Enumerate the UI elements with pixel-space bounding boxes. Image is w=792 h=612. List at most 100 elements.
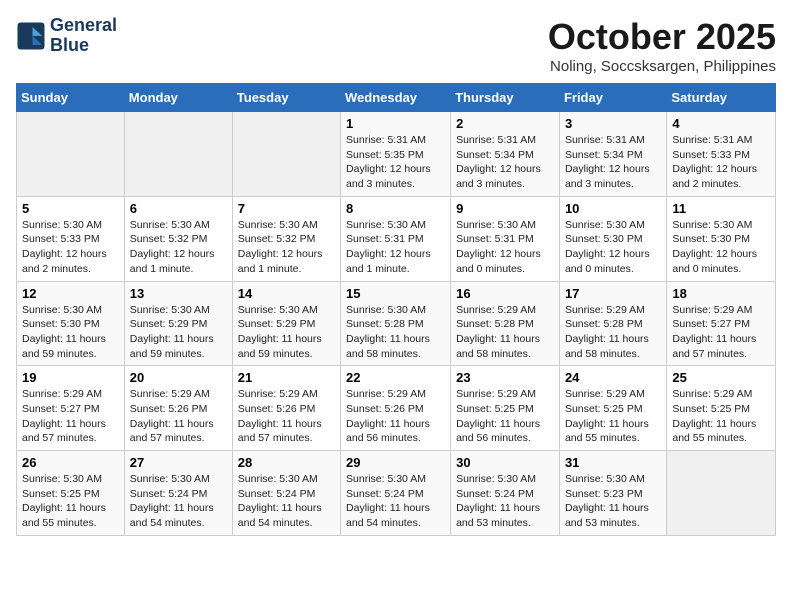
calendar-cell: 22Sunrise: 5:29 AM Sunset: 5:26 PM Dayli… <box>341 366 451 451</box>
day-info: Sunrise: 5:31 AM Sunset: 5:35 PM Dayligh… <box>346 133 445 192</box>
header-row: SundayMondayTuesdayWednesdayThursdayFrid… <box>17 84 776 112</box>
day-info: Sunrise: 5:31 AM Sunset: 5:34 PM Dayligh… <box>565 133 661 192</box>
day-number: 12 <box>22 286 119 301</box>
calendar-cell: 17 Sunrise: 5:29 AM Sunset: 5:28 PM Dayli… <box>559 281 666 366</box>
calendar-week: 26 Sunrise: 5:30 AM Sunset: 5:25 PM Dayli… <box>17 451 776 536</box>
day-info: Sunrise: 5:30 AM Sunset: 5:30 PM Dayligh… <box>565 218 661 277</box>
calendar-cell: 26 Sunrise: 5:30 AM Sunset: 5:25 PM Dayli… <box>17 451 125 536</box>
day-info: Sunrise: 5:30 AM Sunset: 5:31 PM Dayligh… <box>346 218 445 277</box>
day-info: Sunrise: 5:31 AM Sunset: 5:34 PM Dayligh… <box>456 133 554 192</box>
calendar-cell: 4 Sunrise: 5:31 AM Sunset: 5:33 PM Daylig… <box>667 112 776 197</box>
day-number: 9 <box>456 201 554 216</box>
day-info: Sunrise: 5:31 AM Sunset: 5:33 PM Dayligh… <box>672 133 770 192</box>
day-number: 21 <box>238 370 335 385</box>
day-number: 18 <box>672 286 770 301</box>
day-number: 27 <box>130 455 227 470</box>
calendar-week: 1Sunrise: 5:31 AM Sunset: 5:35 PM Daylig… <box>17 112 776 197</box>
calendar-cell: 3 Sunrise: 5:31 AM Sunset: 5:34 PM Daylig… <box>559 112 666 197</box>
calendar-cell: 6Sunrise: 5:30 AM Sunset: 5:32 PM Daylig… <box>124 196 232 281</box>
day-info: Sunrise: 5:29 AM Sunset: 5:25 PM Dayligh… <box>456 387 554 446</box>
calendar-week: 19Sunrise: 5:29 AM Sunset: 5:27 PM Dayli… <box>17 366 776 451</box>
calendar-cell: 19Sunrise: 5:29 AM Sunset: 5:27 PM Dayli… <box>17 366 125 451</box>
day-number: 5 <box>22 201 119 216</box>
day-info: Sunrise: 5:30 AM Sunset: 5:24 PM Dayligh… <box>346 472 445 531</box>
day-number: 17 <box>565 286 661 301</box>
day-info: Sunrise: 5:29 AM Sunset: 5:27 PM Dayligh… <box>22 387 119 446</box>
day-info: Sunrise: 5:29 AM Sunset: 5:26 PM Dayligh… <box>130 387 227 446</box>
day-number: 8 <box>346 201 445 216</box>
header-day: Monday <box>124 84 232 112</box>
calendar-cell: 5Sunrise: 5:30 AM Sunset: 5:33 PM Daylig… <box>17 196 125 281</box>
month-title: October 2025 <box>548 16 776 58</box>
calendar-cell: 13 Sunrise: 5:30 AM Sunset: 5:29 PM Dayli… <box>124 281 232 366</box>
logo: General Blue <box>16 16 117 56</box>
day-number: 28 <box>238 455 335 470</box>
logo-text: General Blue <box>50 16 117 56</box>
calendar-cell: 12 Sunrise: 5:30 AM Sunset: 5:30 PM Dayli… <box>17 281 125 366</box>
day-number: 30 <box>456 455 554 470</box>
calendar-cell: 10 Sunrise: 5:30 AM Sunset: 5:30 PM Dayli… <box>559 196 666 281</box>
header-day: Sunday <box>17 84 125 112</box>
page-header: General Blue October 2025 Noling, Soccsk… <box>16 16 776 75</box>
calendar-cell: 14 Sunrise: 5:30 AM Sunset: 5:29 PM Dayli… <box>232 281 340 366</box>
calendar-cell: 21 Sunrise: 5:29 AM Sunset: 5:26 PM Dayli… <box>232 366 340 451</box>
calendar-cell: 27 Sunrise: 5:30 AM Sunset: 5:24 PM Dayli… <box>124 451 232 536</box>
calendar-cell: 23 Sunrise: 5:29 AM Sunset: 5:25 PM Dayli… <box>451 366 560 451</box>
day-info: Sunrise: 5:30 AM Sunset: 5:28 PM Dayligh… <box>346 303 445 362</box>
calendar-cell: 28 Sunrise: 5:30 AM Sunset: 5:24 PM Dayli… <box>232 451 340 536</box>
day-info: Sunrise: 5:29 AM Sunset: 5:25 PM Dayligh… <box>565 387 661 446</box>
calendar-cell: 11 Sunrise: 5:30 AM Sunset: 5:30 PM Dayli… <box>667 196 776 281</box>
calendar-cell <box>232 112 340 197</box>
calendar-header: SundayMondayTuesdayWednesdayThursdayFrid… <box>17 84 776 112</box>
day-number: 23 <box>456 370 554 385</box>
day-info: Sunrise: 5:30 AM Sunset: 5:29 PM Dayligh… <box>130 303 227 362</box>
day-info: Sunrise: 5:29 AM Sunset: 5:26 PM Dayligh… <box>346 387 445 446</box>
day-number: 24 <box>565 370 661 385</box>
day-number: 13 <box>130 286 227 301</box>
day-number: 25 <box>672 370 770 385</box>
title-block: October 2025 Noling, Soccsksargen, Phili… <box>548 16 776 75</box>
day-info: Sunrise: 5:29 AM Sunset: 5:25 PM Dayligh… <box>672 387 770 446</box>
day-number: 26 <box>22 455 119 470</box>
day-info: Sunrise: 5:29 AM Sunset: 5:28 PM Dayligh… <box>456 303 554 362</box>
day-info: Sunrise: 5:30 AM Sunset: 5:32 PM Dayligh… <box>238 218 335 277</box>
calendar-cell: 16Sunrise: 5:29 AM Sunset: 5:28 PM Dayli… <box>451 281 560 366</box>
calendar-cell: 20 Sunrise: 5:29 AM Sunset: 5:26 PM Dayli… <box>124 366 232 451</box>
calendar-body: 1Sunrise: 5:31 AM Sunset: 5:35 PM Daylig… <box>17 112 776 536</box>
calendar-table: SundayMondayTuesdayWednesdayThursdayFrid… <box>16 83 776 536</box>
day-info: Sunrise: 5:30 AM Sunset: 5:24 PM Dayligh… <box>238 472 335 531</box>
calendar-cell: 2 Sunrise: 5:31 AM Sunset: 5:34 PM Daylig… <box>451 112 560 197</box>
day-number: 3 <box>565 116 661 131</box>
calendar-cell <box>667 451 776 536</box>
day-info: Sunrise: 5:29 AM Sunset: 5:28 PM Dayligh… <box>565 303 661 362</box>
day-info: Sunrise: 5:30 AM Sunset: 5:31 PM Dayligh… <box>456 218 554 277</box>
calendar-cell: 24 Sunrise: 5:29 AM Sunset: 5:25 PM Dayli… <box>559 366 666 451</box>
day-info: Sunrise: 5:29 AM Sunset: 5:27 PM Dayligh… <box>672 303 770 362</box>
calendar-cell: 1Sunrise: 5:31 AM Sunset: 5:35 PM Daylig… <box>341 112 451 197</box>
day-info: Sunrise: 5:30 AM Sunset: 5:24 PM Dayligh… <box>130 472 227 531</box>
day-info: Sunrise: 5:30 AM Sunset: 5:29 PM Dayligh… <box>238 303 335 362</box>
day-number: 4 <box>672 116 770 131</box>
day-number: 10 <box>565 201 661 216</box>
header-day: Friday <box>559 84 666 112</box>
header-day: Thursday <box>451 84 560 112</box>
day-number: 6 <box>130 201 227 216</box>
header-day: Saturday <box>667 84 776 112</box>
day-number: 20 <box>130 370 227 385</box>
day-number: 29 <box>346 455 445 470</box>
day-number: 14 <box>238 286 335 301</box>
calendar-week: 12 Sunrise: 5:30 AM Sunset: 5:30 PM Dayli… <box>17 281 776 366</box>
day-info: Sunrise: 5:29 AM Sunset: 5:26 PM Dayligh… <box>238 387 335 446</box>
calendar-cell: 7Sunrise: 5:30 AM Sunset: 5:32 PM Daylig… <box>232 196 340 281</box>
day-info: Sunrise: 5:30 AM Sunset: 5:23 PM Dayligh… <box>565 472 661 531</box>
calendar-cell: 18 Sunrise: 5:29 AM Sunset: 5:27 PM Dayli… <box>667 281 776 366</box>
calendar-cell <box>124 112 232 197</box>
header-day: Wednesday <box>341 84 451 112</box>
day-info: Sunrise: 5:30 AM Sunset: 5:25 PM Dayligh… <box>22 472 119 531</box>
day-number: 2 <box>456 116 554 131</box>
day-info: Sunrise: 5:30 AM Sunset: 5:30 PM Dayligh… <box>672 218 770 277</box>
day-number: 11 <box>672 201 770 216</box>
day-info: Sunrise: 5:30 AM Sunset: 5:30 PM Dayligh… <box>22 303 119 362</box>
calendar-cell <box>17 112 125 197</box>
calendar-cell: 15Sunrise: 5:30 AM Sunset: 5:28 PM Dayli… <box>341 281 451 366</box>
